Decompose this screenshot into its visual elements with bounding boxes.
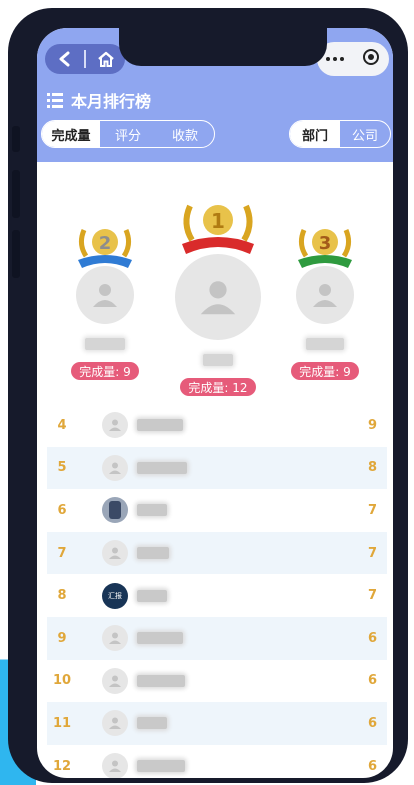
podium: 2 完成量: 9 1 完成量: 12 3 完成量: 9 [37, 162, 393, 412]
score-value: 8 [367, 460, 377, 476]
podium-rank-1: 1 完成量: 12 [173, 198, 263, 396]
rank-3-numeral: 3 [319, 233, 332, 254]
page-title: 本月排行榜 [71, 92, 152, 111]
list-item[interactable]: 9 6 [47, 616, 387, 660]
rank-number: 12 [52, 758, 72, 774]
logo-avatar-text: 汇报 [108, 591, 122, 600]
metric-tabs: 完成量 评分 收款 [41, 120, 215, 148]
list-icon [47, 92, 63, 108]
avatar[interactable] [76, 266, 134, 324]
name-redacted [137, 717, 167, 730]
rank-number: 8 [57, 588, 67, 604]
tab-payment[interactable]: 收款 [156, 121, 214, 147]
rank-2-numeral: 2 [99, 233, 112, 254]
avatar[interactable] [175, 254, 261, 340]
photo-avatar [102, 497, 128, 524]
name-redacted [137, 760, 185, 773]
volume-up-button [12, 170, 20, 218]
user-placeholder-icon [102, 710, 128, 737]
score-value: 6 [367, 673, 377, 689]
user-placeholder-icon [93, 284, 117, 307]
side-button [12, 126, 20, 152]
nav-capsule [45, 44, 125, 74]
user-placeholder-icon [102, 625, 128, 652]
list-item[interactable]: 8 汇报 7 [47, 574, 387, 617]
list-item[interactable]: 11 6 [47, 702, 387, 745]
name-redacted [137, 504, 167, 517]
user-placeholder-icon [313, 284, 337, 307]
page-title-row: 本月排行榜 [47, 88, 151, 112]
score-value: 9 [367, 417, 377, 433]
rank-1-medal-icon: 1 [182, 204, 254, 254]
mini-program-capsule [317, 42, 389, 76]
name-redacted [306, 338, 344, 350]
rank-number: 11 [52, 715, 72, 731]
user-placeholder-icon [102, 540, 128, 567]
volume-down-button [12, 230, 20, 278]
user-placeholder-icon [102, 454, 128, 481]
user-placeholder-icon [102, 667, 128, 694]
rank-number: 10 [52, 673, 72, 689]
completion-badge: 完成量: 9 [71, 362, 139, 380]
score-value: 7 [367, 588, 377, 604]
rank-number: 9 [57, 630, 67, 646]
name-redacted [137, 547, 169, 560]
scope-tabs: 部门 公司 [289, 120, 391, 148]
screen: 本月排行榜 完成量 评分 收款 部门 公司 2 完成量: 9 1 完成量: 12… [37, 28, 393, 778]
score-value: 6 [367, 758, 377, 774]
more-dots-icon[interactable] [326, 57, 344, 61]
rank-2-medal-icon: 2 [78, 229, 132, 268]
completion-badge: 完成量: 12 [180, 378, 256, 396]
ranking-list: 4 9 5 8 6 7 7 7 8 汇报 7 9 6 10 6 11 6 12 … [47, 404, 387, 778]
rank-number: 5 [57, 460, 67, 476]
list-item[interactable]: 5 8 [47, 446, 387, 490]
close-target-icon[interactable] [362, 48, 380, 70]
tab-company[interactable]: 公司 [340, 121, 390, 147]
rank-number: 6 [57, 502, 67, 518]
list-item[interactable]: 4 9 [47, 404, 387, 447]
name-redacted [137, 589, 167, 602]
phone-frame: 本月排行榜 完成量 评分 收款 部门 公司 2 完成量: 9 1 完成量: 12… [8, 8, 408, 783]
name-redacted [137, 632, 183, 645]
tab-department[interactable]: 部门 [290, 121, 340, 147]
rank-number: 7 [57, 545, 67, 561]
back-icon[interactable] [45, 44, 84, 74]
list-item[interactable]: 6 7 [47, 489, 387, 532]
completion-badge: 完成量: 9 [291, 362, 359, 380]
avatar[interactable] [296, 266, 354, 324]
phone-notch [119, 28, 327, 66]
user-placeholder-icon [200, 281, 236, 315]
tab-rating[interactable]: 评分 [100, 121, 156, 147]
score-value: 7 [367, 545, 377, 561]
score-value: 6 [367, 630, 377, 646]
score-value: 6 [367, 715, 377, 731]
tab-completion[interactable]: 完成量 [42, 121, 100, 147]
name-redacted [137, 419, 183, 432]
name-redacted [203, 354, 233, 366]
name-redacted [85, 338, 125, 350]
name-redacted [137, 674, 185, 687]
podium-rank-2: 2 完成量: 9 [71, 222, 139, 380]
rank-1-numeral: 1 [211, 209, 225, 233]
user-placeholder-icon [102, 753, 128, 778]
user-placeholder-icon [102, 412, 128, 439]
score-value: 7 [367, 502, 377, 518]
list-item[interactable]: 7 7 [47, 531, 387, 575]
logo-avatar: 汇报 [102, 582, 128, 609]
rank-number: 4 [57, 417, 67, 433]
list-item[interactable]: 10 6 [47, 660, 387, 703]
podium-rank-3: 3 完成量: 9 [291, 222, 359, 380]
list-item[interactable]: 12 6 [47, 745, 387, 778]
name-redacted [137, 461, 187, 474]
rank-3-medal-icon: 3 [298, 229, 352, 268]
